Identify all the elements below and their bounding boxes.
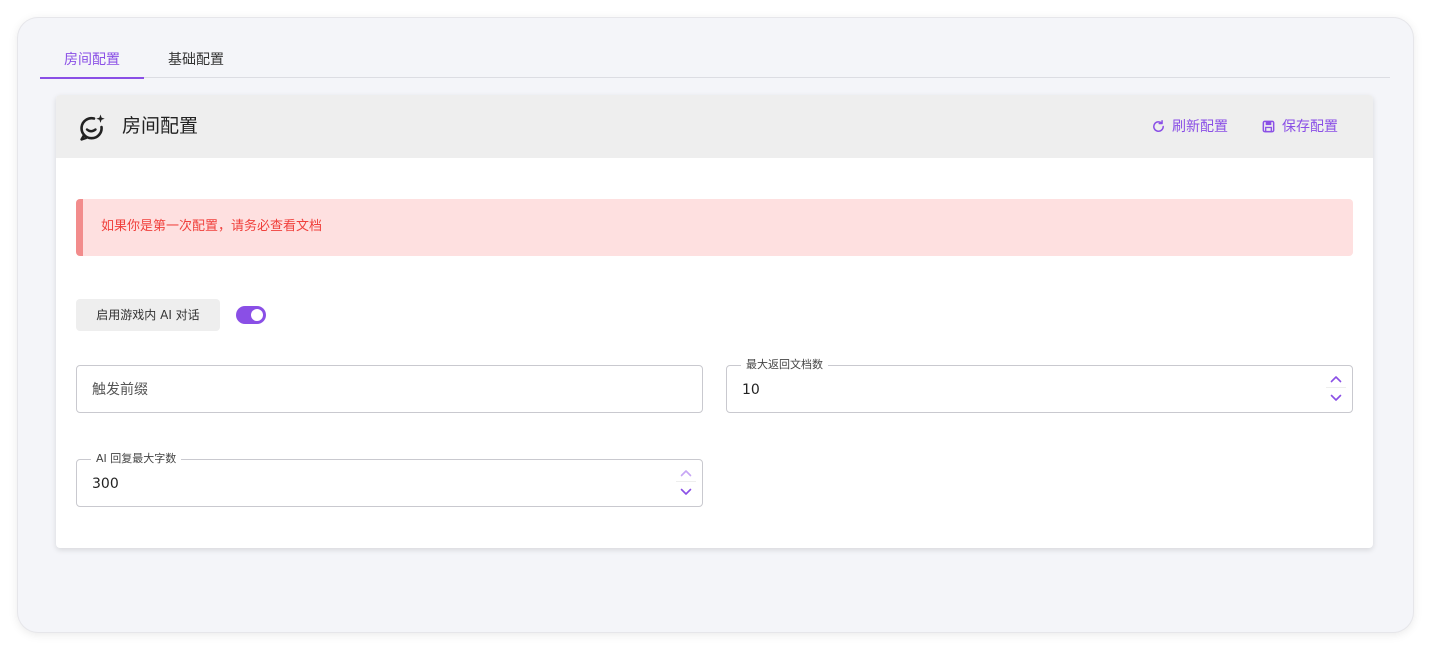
room-config-card: 房间配置 刷新配置 保存配置 如果你是第一次配置，请务必查看文档 启用游戏内 A…	[56, 95, 1373, 548]
card-title: 房间配置	[122, 115, 199, 137]
tab-basic-config[interactable]: 基础配置	[144, 47, 248, 78]
save-config-button[interactable]: 保存配置	[1261, 114, 1338, 138]
increment-button[interactable]	[1326, 370, 1346, 388]
alert-text: 如果你是第一次配置，请务必查看文档	[101, 219, 323, 234]
tab-bar: 房间配置 基础配置	[40, 47, 1390, 79]
trigger-prefix-placeholder: 触发前缀	[92, 382, 148, 398]
refresh-config-label: 刷新配置	[1172, 119, 1228, 135]
first-time-alert: 如果你是第一次配置，请务必查看文档	[76, 199, 1353, 256]
max-docs-value: 10	[742, 382, 760, 398]
max-docs-field[interactable]: 最大返回文档数 10	[726, 358, 1353, 413]
chevron-down-icon	[680, 488, 692, 495]
ai-chat-toggle-label: 启用游戏内 AI 对话	[76, 299, 220, 331]
refresh-config-button[interactable]: 刷新配置	[1151, 114, 1228, 138]
save-icon	[1262, 120, 1275, 132]
app-window: 房间配置 基础配置 房间配置 刷新配置 保存配置 如果你是第一次配置，请务必查看…	[18, 18, 1413, 632]
trigger-prefix-field[interactable]: 触发前缀	[76, 365, 703, 413]
card-header: 房间配置 刷新配置 保存配置	[56, 95, 1373, 158]
max-chars-stepper	[676, 464, 696, 502]
max-chars-value: 300	[92, 476, 119, 492]
chevron-up-icon	[680, 469, 692, 476]
toggle-knob	[251, 309, 263, 321]
tab-room-config[interactable]: 房间配置	[40, 47, 144, 79]
max-docs-label: 最大返回文档数	[741, 358, 828, 372]
max-chars-label: AI 回复最大字数	[91, 452, 182, 466]
chevron-down-icon	[1330, 394, 1342, 401]
max-chars-field[interactable]: AI 回复最大字数 300	[76, 452, 703, 507]
decrement-button[interactable]	[676, 483, 696, 501]
ai-chat-toggle[interactable]	[236, 306, 266, 324]
increment-button[interactable]	[676, 464, 696, 482]
ai-chat-sparkle-icon	[80, 114, 105, 141]
chevron-up-icon	[1330, 375, 1342, 382]
save-config-label: 保存配置	[1282, 119, 1338, 135]
decrement-button[interactable]	[1326, 389, 1346, 407]
max-docs-stepper	[1326, 370, 1346, 408]
refresh-icon	[1153, 119, 1164, 132]
